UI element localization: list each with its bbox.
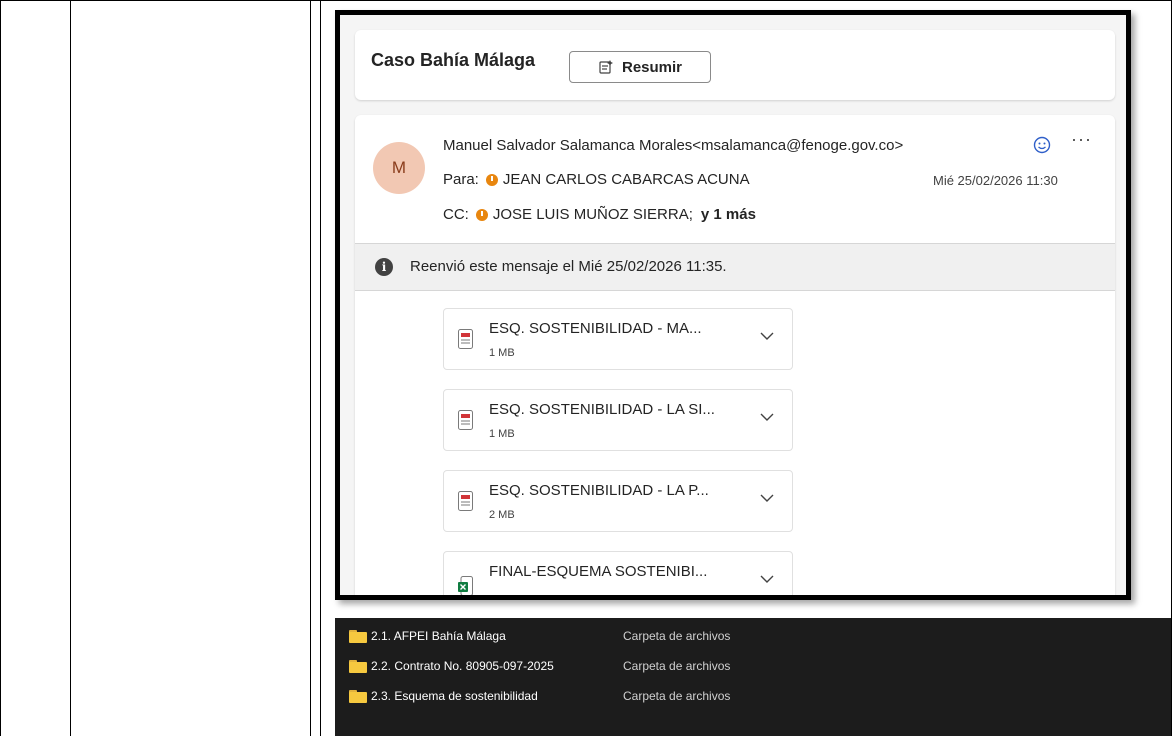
table-col-divider-1 — [70, 0, 71, 736]
info-icon: i — [375, 258, 393, 276]
table-left-border — [0, 0, 1, 736]
subject-card: Caso Bahía Málaga Resumir — [355, 30, 1115, 100]
email-date: Mié 25/02/2026 11:30 — [933, 173, 1058, 188]
attachment-card[interactable]: ESQ. SOSTENIBILIDAD - LA P... 2 MB — [443, 470, 793, 532]
folder-row[interactable]: 2.2. Contrato No. 80905-097-2025 — [349, 656, 554, 676]
attachment-size: 1 MB — [489, 428, 515, 440]
attachment-name: ESQ. SOSTENIBILIDAD - LA P... — [489, 482, 709, 499]
forward-notice: Reenvió este mensaje el Mié 25/02/2026 1… — [410, 258, 727, 275]
email-subject: Caso Bahía Málaga — [371, 50, 536, 70]
avatar[interactable]: M — [373, 142, 425, 194]
summarize-icon — [599, 60, 613, 74]
folder-name: 2.3. Esquema de sostenibilidad — [371, 689, 538, 703]
cc-row: CC: JOSE LUIS MUÑOZ SIERRA; y 1 más — [443, 206, 756, 223]
table-col-divider-3 — [320, 0, 321, 736]
folder-icon — [349, 629, 367, 643]
chevron-down-icon[interactable] — [760, 574, 774, 584]
folder-name: 2.1. AFPEI Bahía Málaga — [371, 629, 506, 643]
table-top-border — [0, 0, 1172, 1]
folder-type: Carpeta de archivos — [623, 629, 731, 643]
attachment-name: FINAL-ESQUEMA SOSTENIBI... — [489, 563, 708, 580]
to-label: Para: — [443, 171, 479, 188]
folder-icon — [349, 689, 367, 703]
presence-away-icon — [485, 173, 498, 186]
message-card: M Manuel Salvador Salamanca Morales<msal… — [355, 115, 1115, 595]
attachment-name: ESQ. SOSTENIBILIDAD - LA SI... — [489, 401, 715, 418]
folder-icon — [349, 659, 367, 673]
email-screenshot: Caso Bahía Málaga Resumir M Manuel Salva… — [335, 10, 1131, 600]
presence-away-icon — [475, 208, 488, 221]
to-recipient[interactable]: JEAN CARLOS CABARCAS ACUNA — [503, 171, 750, 188]
cc-label: CC: — [443, 206, 469, 223]
chevron-down-icon[interactable] — [760, 412, 774, 422]
emoji-reaction-icon[interactable] — [1033, 136, 1051, 154]
attachment-name: ESQ. SOSTENIBILIDAD - MA... — [489, 320, 702, 337]
attachment-card[interactable]: FINAL-ESQUEMA SOSTENIBI... — [443, 551, 793, 595]
table-col-divider-2 — [310, 0, 311, 736]
sender[interactable]: Manuel Salvador Salamanca Morales<msalam… — [443, 137, 903, 154]
summarize-button[interactable]: Resumir — [569, 51, 711, 83]
cc-more-link[interactable]: y 1 más — [701, 206, 756, 223]
to-row: Para: JEAN CARLOS CABARCAS ACUNA — [443, 171, 750, 188]
attachment-size: 2 MB — [489, 509, 515, 521]
folder-type: Carpeta de archivos — [623, 689, 731, 703]
folder-row[interactable]: 2.3. Esquema de sostenibilidad — [349, 686, 538, 706]
folder-name: 2.2. Contrato No. 80905-097-2025 — [371, 659, 554, 673]
attachment-size: 1 MB — [489, 347, 515, 359]
attachment-card[interactable]: ESQ. SOSTENIBILIDAD - LA SI... 1 MB — [443, 389, 793, 451]
chevron-down-icon[interactable] — [760, 493, 774, 503]
forward-notice-banner: i Reenvió este mensaje el Mié 25/02/2026… — [355, 243, 1115, 291]
file-explorer-list: 2.1. AFPEI Bahía Málaga Carpeta de archi… — [335, 618, 1171, 736]
folder-type: Carpeta de archivos — [623, 659, 731, 673]
summarize-label: Resumir — [621, 58, 683, 76]
pdf-file-icon — [458, 410, 473, 430]
more-options-icon[interactable]: ··· — [1071, 129, 1092, 150]
pdf-file-icon — [458, 491, 473, 511]
folder-row[interactable]: 2.1. AFPEI Bahía Málaga — [349, 626, 506, 646]
chevron-down-icon[interactable] — [760, 331, 774, 341]
pdf-file-icon — [458, 329, 473, 349]
excel-file-icon — [458, 576, 473, 595]
attachment-card[interactable]: ESQ. SOSTENIBILIDAD - MA... 1 MB — [443, 308, 793, 370]
cc-recipient[interactable]: JOSE LUIS MUÑOZ SIERRA; — [493, 206, 693, 223]
